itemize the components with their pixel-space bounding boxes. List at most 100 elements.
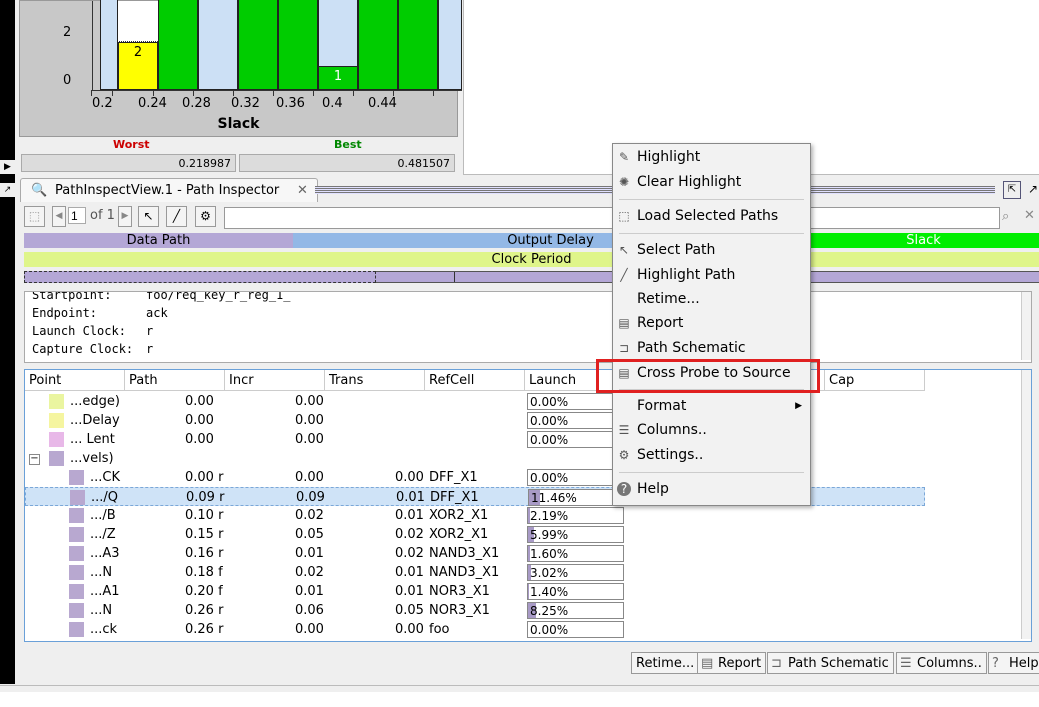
cell-launch: 1.40% bbox=[527, 583, 624, 600]
column-header-trans[interactable]: Trans bbox=[325, 370, 425, 391]
maximize-icon[interactable]: ↗ bbox=[1025, 181, 1039, 197]
histogram-bar: 1 bbox=[318, 66, 358, 90]
cell-incr: 0.00 bbox=[295, 432, 324, 447]
highlight-box bbox=[596, 359, 820, 393]
next-page-button[interactable]: ▶ bbox=[118, 206, 132, 227]
table-row[interactable]: ...ck 0.26 r 0.00 0.00 foo 0.00% bbox=[25, 620, 925, 639]
tab-path-inspector[interactable]: 🔍 PathInspectView.1 - Path Inspector ✕ bbox=[20, 178, 318, 202]
cell-trans: 0.02 bbox=[395, 546, 424, 561]
cell-point: ...N bbox=[90, 565, 113, 580]
cell-point: ...A1 bbox=[90, 584, 120, 599]
table-row[interactable]: ...N 0.26 r 0.06 0.05 NOR3_X1 8.25% bbox=[25, 601, 925, 620]
expand-arrow-icon[interactable]: ▶ bbox=[0, 160, 15, 174]
select-path-icon[interactable]: ↖ bbox=[138, 206, 159, 227]
launch-value: 0.00% bbox=[530, 433, 569, 447]
columns-button[interactable]: ☰ Columns.. bbox=[896, 652, 987, 674]
collapse-icon[interactable]: − bbox=[29, 454, 40, 465]
cell-point: ...vels) bbox=[70, 451, 114, 466]
table-row[interactable]: ...A1 0.20 f 0.01 0.01 NOR3_X1 1.40% bbox=[25, 582, 925, 601]
cell-incr: 0.00 bbox=[295, 413, 324, 428]
select-icon[interactable]: ⬚ bbox=[24, 206, 45, 227]
color-swatch bbox=[69, 603, 84, 618]
retime-button[interactable]: Retime... bbox=[631, 652, 700, 674]
launch-value: 3.02% bbox=[530, 566, 569, 580]
menu-item-load-selected-paths[interactable]: ⬚ Load Selected Paths bbox=[613, 205, 808, 227]
histogram-bar bbox=[158, 0, 198, 90]
info-scrollbar[interactable] bbox=[1021, 292, 1031, 360]
help-button-label: Help bbox=[1009, 656, 1039, 671]
clear-icon: ✺ bbox=[618, 175, 630, 189]
histogram-bar bbox=[238, 0, 278, 90]
x-tick: 0.28 bbox=[182, 96, 211, 111]
color-swatch bbox=[69, 622, 84, 637]
close-icon[interactable]: ✕ bbox=[297, 179, 308, 202]
schematic-icon: ⊐ bbox=[771, 656, 782, 671]
help-button[interactable]: ? Help bbox=[988, 652, 1039, 674]
column-header-incr[interactable]: Incr bbox=[225, 370, 325, 391]
columns-button-label: Columns.. bbox=[917, 656, 982, 671]
cell-trans: 0.05 bbox=[395, 603, 424, 618]
histogram-bar bbox=[398, 0, 438, 90]
table-row[interactable]: .../B 0.10 r 0.02 0.01 XOR2_X1 2.19% bbox=[25, 506, 925, 525]
x-tick: 0.36 bbox=[276, 96, 305, 111]
cell-point: ...N bbox=[90, 603, 113, 618]
page-input[interactable] bbox=[68, 207, 86, 224]
help-icon: ? bbox=[617, 482, 631, 496]
page-of-label: of 1 bbox=[90, 208, 115, 223]
y-tick: 0 bbox=[63, 73, 72, 88]
float-icon[interactable]: ⇱ bbox=[1003, 181, 1021, 199]
highlight-path-icon: ╱ bbox=[620, 268, 628, 282]
restore-icon[interactable]: ↗ bbox=[0, 183, 15, 197]
menu-item-path-schematic[interactable]: ⊐ Path Schematic bbox=[613, 337, 808, 359]
gear-icon[interactable]: ⚙ bbox=[195, 206, 216, 227]
launch-value: 1.40% bbox=[530, 585, 569, 599]
cell-trans: 0.01 bbox=[395, 565, 424, 580]
cell-refcell: NAND3_X1 bbox=[429, 546, 500, 561]
cell-launch: 0.00% bbox=[527, 431, 624, 448]
histogram-bar bbox=[278, 0, 318, 90]
column-header-refcell[interactable]: RefCell bbox=[425, 370, 525, 391]
cell-point: ...Delay bbox=[70, 413, 120, 428]
menu-item-report[interactable]: ▤ Report bbox=[613, 312, 808, 334]
menu-item-format[interactable]: Format ▶ bbox=[613, 395, 808, 417]
path-schematic-button[interactable]: ⊐ Path Schematic bbox=[767, 652, 894, 674]
cell-incr: 0.09 bbox=[296, 490, 325, 505]
report-button[interactable]: ▤ Report bbox=[697, 652, 767, 674]
menu-item-highlight[interactable]: ✎ Highlight bbox=[613, 146, 808, 168]
cell-point: .../Q bbox=[91, 490, 119, 505]
capture-clock-label: Capture Clock: bbox=[32, 342, 134, 356]
cell-refcell: NOR3_X1 bbox=[429, 603, 490, 618]
color-swatch bbox=[69, 508, 84, 523]
menu-item-highlight-path[interactable]: ╱ Highlight Path bbox=[613, 264, 808, 286]
binoculars-icon[interactable]: ⌕ bbox=[1002, 209, 1009, 224]
menu-item-settings[interactable]: ⚙ Settings.. bbox=[613, 444, 808, 466]
pencil-icon: ✎ bbox=[618, 150, 630, 164]
histogram-bar: 2 bbox=[118, 42, 158, 90]
table-row[interactable]: ...A3 0.16 r 0.01 0.02 NAND3_X1 1.60% bbox=[25, 544, 925, 563]
endpoint-label: Endpoint: bbox=[32, 306, 98, 320]
menu-item-clear-highlight[interactable]: ✺ Clear Highlight bbox=[613, 171, 808, 193]
menu-item-retime[interactable]: Retime... bbox=[613, 288, 808, 310]
table-row[interactable]: .../Z 0.15 r 0.05 0.02 XOR2_X1 5.99% bbox=[25, 525, 925, 544]
column-header-path[interactable]: Path bbox=[125, 370, 225, 391]
path-info-box: Startpoint: foo/req_key_r_reg_1_ Endpoin… bbox=[24, 291, 1032, 363]
column-header-cap[interactable]: Cap bbox=[825, 370, 925, 391]
data-path-bar: Data Path bbox=[24, 233, 293, 248]
table-scrollbar[interactable] bbox=[1021, 370, 1031, 639]
cell-path: 0.00 bbox=[185, 413, 214, 428]
menu-item-select-path[interactable]: ↖ Select Path bbox=[613, 239, 808, 261]
highlight-path-icon[interactable]: ╱ bbox=[166, 206, 187, 227]
cell-trans: 0.02 bbox=[395, 527, 424, 542]
clear-search-icon[interactable]: ✕ bbox=[1024, 208, 1035, 223]
prev-page-button[interactable]: ◀ bbox=[52, 206, 66, 227]
column-header-point[interactable]: Point bbox=[25, 370, 125, 391]
menu-item-columns[interactable]: ☰ Columns.. bbox=[613, 419, 808, 441]
cell-trans: 0.01 bbox=[395, 508, 424, 523]
launch-clock-value: r bbox=[146, 324, 154, 338]
launch-value: 2.19% bbox=[530, 509, 569, 523]
columns-icon: ☰ bbox=[900, 656, 912, 671]
table-row[interactable]: ...N 0.18 f 0.02 0.01 NAND3_X1 3.02% bbox=[25, 563, 925, 582]
menu-item-help[interactable]: ? Help bbox=[613, 478, 808, 500]
gear-icon: ⚙ bbox=[618, 448, 630, 462]
cell-path: 0.26 r bbox=[185, 603, 224, 618]
